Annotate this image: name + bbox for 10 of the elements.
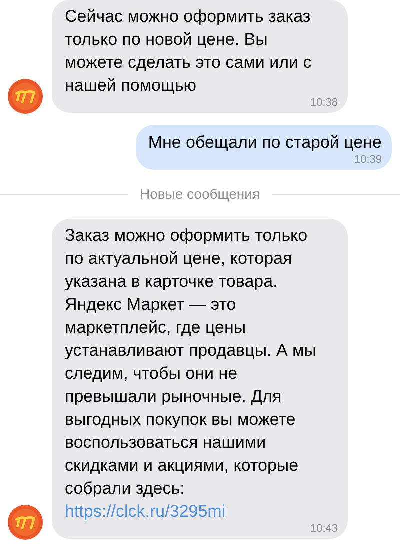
- avatar-icon[interactable]: [8, 79, 43, 114]
- avatar-icon[interactable]: [8, 505, 43, 540]
- timestamp: 10:38: [310, 97, 338, 109]
- message-text: Мне обещали по старой цене: [148, 132, 382, 154]
- message-text: Сейчас можно оформить заказ только по новой цене. Вы можете сделать это сами или с нашей помощью: [65, 6, 313, 97]
- new-messages-divider: Новые сообщения: [140, 185, 260, 204]
- timestamp: 10:39: [354, 154, 382, 166]
- timestamp: 10:43: [310, 523, 338, 535]
- message-text: Заказ можно оформить только по актуальной цене, которая указана в карточке товара. Яндекс Маркет — это маркетплейс, где цены устанавливают продавцы. А мы следим, чтобы они не превышали рыночные. Для выгодных покупок вы можете воспользоваться нашими скидками и акциями, которые собрали здесь: https://clck.ru/3295mi: [65, 225, 318, 523]
- link[interactable]: https://clck.ru/3295mi: [65, 500, 226, 523]
